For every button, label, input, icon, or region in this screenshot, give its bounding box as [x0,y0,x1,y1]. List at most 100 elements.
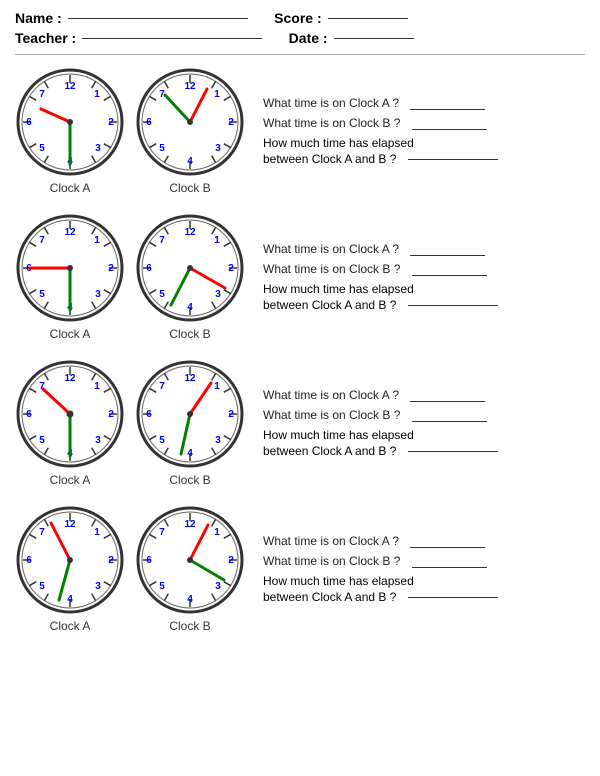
questions-2: What time is on Clock A ? What time is o… [255,242,585,312]
header-divider [15,54,585,55]
svg-text:3: 3 [215,435,221,446]
q2-1: What time is on Clock B ? [263,116,585,130]
teacher-line[interactable] [82,38,262,39]
svg-text:1: 1 [94,235,100,246]
svg-text:2: 2 [108,409,114,420]
svg-text:7: 7 [159,527,165,538]
clock-b-label-4: Clock B [169,619,210,633]
clock-a-container-4: 12 1 2 3 4 5 6 7 Clock A [15,505,125,633]
exercise-row-2: 12 1 2 3 4 5 6 7 Clock A [15,213,585,341]
svg-text:12: 12 [64,519,76,530]
svg-text:1: 1 [94,527,100,538]
svg-text:12: 12 [64,81,76,92]
answer-1-2[interactable] [410,255,485,256]
svg-text:1: 1 [214,381,220,392]
q2-2: What time is on Clock B ? [263,262,585,276]
answer-3-4[interactable] [408,597,498,598]
clock-a-label-1: Clock A [50,181,91,195]
elapsed-1: How much time has elapsed between Clock … [263,136,585,166]
svg-text:12: 12 [184,227,196,238]
header: Name : Score : Teacher : Date : [15,10,585,46]
svg-text:2: 2 [228,409,234,420]
q2-3: What time is on Clock B ? [263,408,585,422]
elapsed-2: How much time has elapsed between Clock … [263,282,585,312]
clock-a-4: 12 1 2 3 4 5 6 7 [15,505,125,615]
clock-b-2: 12 1 2 3 4 5 6 7 [135,213,245,323]
svg-text:12: 12 [184,81,196,92]
questions-1: What time is on Clock A ? What time is o… [255,96,585,166]
svg-text:1: 1 [94,89,100,100]
svg-text:6: 6 [146,409,152,420]
clock-a-2: 12 1 2 3 4 5 6 7 [15,213,125,323]
svg-text:3: 3 [95,143,101,154]
clock-pair-3: 12 1 2 3 4 5 6 7 Clock A [15,359,245,487]
exercise-row-1: 12 1 2 3 4 5 6 7 Clock A [15,67,585,195]
svg-text:7: 7 [39,235,45,246]
questions-4: What time is on Clock A ? What time is o… [255,534,585,604]
svg-text:5: 5 [39,289,45,300]
svg-text:6: 6 [26,409,32,420]
svg-text:1: 1 [214,527,220,538]
clock-b-container-3: 12 1 2 3 4 5 6 7 Clock B [135,359,245,487]
clock-b-container-1: 12 1 2 3 4 5 6 7 Clock B [135,67,245,195]
clock-b-1: 12 1 2 3 4 5 6 7 [135,67,245,177]
exercise-row-4: 12 1 2 3 4 5 6 7 Clock A [15,505,585,633]
clock-b-label-1: Clock B [169,181,210,195]
svg-text:1: 1 [214,89,220,100]
answer-2-1[interactable] [412,129,487,130]
clock-a-label-2: Clock A [50,327,91,341]
svg-text:7: 7 [39,527,45,538]
svg-text:6: 6 [146,117,152,128]
svg-text:4: 4 [187,156,193,167]
svg-text:5: 5 [39,435,45,446]
svg-text:2: 2 [108,117,114,128]
svg-text:4: 4 [187,448,193,459]
clock-pair-1: 12 1 2 3 4 5 6 7 Clock A [15,67,245,195]
date-label: Date : [289,30,328,46]
svg-text:7: 7 [39,89,45,100]
answer-1-4[interactable] [410,547,485,548]
elapsed-3: How much time has elapsed between Clock … [263,428,585,458]
svg-text:5: 5 [39,143,45,154]
answer-2-4[interactable] [412,567,487,568]
answer-3-3[interactable] [408,451,498,452]
questions-3: What time is on Clock A ? What time is o… [255,388,585,458]
svg-text:1: 1 [94,381,100,392]
answer-3-2[interactable] [408,305,498,306]
answer-1-1[interactable] [410,109,485,110]
svg-text:1: 1 [214,235,220,246]
clock-b-label-2: Clock B [169,327,210,341]
teacher-label: Teacher : [15,30,76,46]
svg-text:3: 3 [215,143,221,154]
clock-a-container-2: 12 1 2 3 4 5 6 7 Clock A [15,213,125,341]
svg-text:6: 6 [146,263,152,274]
q2-4: What time is on Clock B ? [263,554,585,568]
score-line[interactable] [328,18,408,19]
date-line[interactable] [334,38,414,39]
name-label: Name : [15,10,62,26]
q1-1: What time is on Clock A ? [263,96,585,110]
svg-text:12: 12 [184,373,196,384]
answer-3-1[interactable] [408,159,498,160]
clock-pair-4: 12 1 2 3 4 5 6 7 Clock A [15,505,245,633]
clock-b-3: 12 1 2 3 4 5 6 7 [135,359,245,469]
clock-a-container-1: 12 1 2 3 4 5 6 7 Clock A [15,67,125,195]
score-label: Score : [274,10,321,26]
clock-a-label-4: Clock A [50,619,91,633]
elapsed-4: How much time has elapsed between Clock … [263,574,585,604]
svg-text:5: 5 [39,581,45,592]
svg-text:12: 12 [64,227,76,238]
svg-text:3: 3 [215,581,221,592]
svg-text:6: 6 [26,555,32,566]
worksheet: Name : Score : Teacher : Date : [15,10,585,633]
answer-2-3[interactable] [412,421,487,422]
svg-text:5: 5 [159,581,165,592]
name-line[interactable] [68,18,248,19]
svg-text:3: 3 [95,435,101,446]
svg-text:3: 3 [95,581,101,592]
clock-a-container-3: 12 1 2 3 4 5 6 7 Clock A [15,359,125,487]
clock-b-container-4: 12 1 2 3 4 5 6 7 Clock B [135,505,245,633]
answer-1-3[interactable] [410,401,485,402]
clock-b-4: 12 1 2 3 4 5 6 7 [135,505,245,615]
answer-2-2[interactable] [412,275,487,276]
